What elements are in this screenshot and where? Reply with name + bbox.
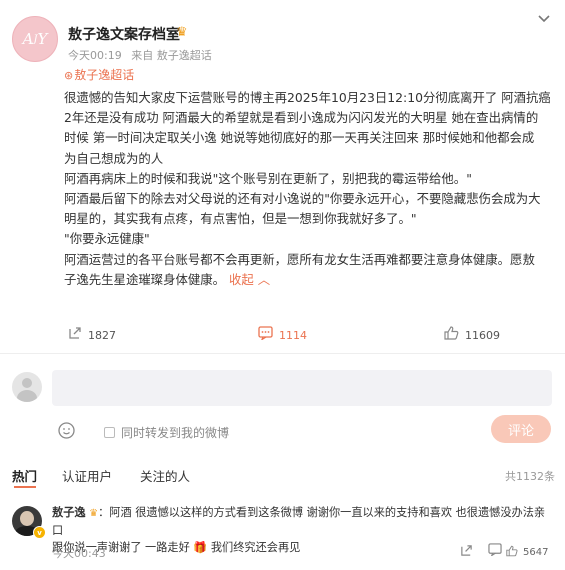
post-body: 很遗憾的告知大家皮下运营账号的博主再2025年10月23日12:10分彻底离开了… <box>64 88 550 290</box>
comment-input[interactable] <box>52 370 552 406</box>
divider <box>0 353 565 354</box>
like-count: 11609 <box>465 328 500 342</box>
tab-authenticated[interactable]: 认证用户 <box>62 466 112 485</box>
checkbox-icon <box>104 427 115 438</box>
post-line: 阿酒最后留下的除去对父母说的还有对小逸说的"你要永远开心，不要隐藏悲伤会成为大 <box>64 191 541 207</box>
like-button[interactable]: 11609 <box>444 326 500 344</box>
reply-line-1: ：阿酒 很遗憾以这样的方式看到这条微博 谢谢你一直以来的支持和喜欢 也很遗憾没办… <box>52 506 546 537</box>
verified-badge-icon: v <box>33 526 46 539</box>
comment-icon <box>258 326 273 344</box>
topic-label: 敖子逸超话 <box>74 68 135 82</box>
post-source[interactable]: 来自 敖子逸超话 <box>131 49 212 62</box>
tab-hot[interactable]: 热门 <box>12 466 37 485</box>
post-line: 为自己想成为的人 <box>64 150 164 166</box>
reply-line-3: 我们终究还会再见 <box>207 541 301 554</box>
forward-count: 1827 <box>88 328 116 342</box>
forward-icon <box>68 326 82 344</box>
post-line: 很遗憾的告知大家皮下运营账号的博主再2025年10月23日12:10分彻底离开了… <box>64 90 550 105</box>
reply-time: 今天00:43 <box>52 547 106 560</box>
post-time[interactable]: 今天00:19 <box>68 49 122 62</box>
post-line: 明星的，其实我有点疼，有点害怕，但是一想到你我就好多了。" <box>64 211 417 227</box>
repost-label: 同时转发到我的微博 <box>121 426 230 440</box>
post-line-last: 子逸先生星途璀璨身体健康。 收起 ︿ <box>64 270 550 290</box>
comment-button[interactable]: 1114 <box>258 326 307 344</box>
repost-checkbox[interactable]: 同时转发到我的微博 <box>104 424 229 441</box>
reply-text: 敖子逸 ♛：阿酒 很遗憾以这样的方式看到这条微博 谢谢你一直以来的支持和喜欢 也… <box>52 504 554 556</box>
author-name[interactable]: 敖子逸文案存档室 <box>68 24 180 44</box>
reply-like-count: 5647 <box>523 547 549 558</box>
topic-icon: ⊛ <box>64 69 74 82</box>
tab-followed[interactable]: 关注的人 <box>140 466 190 485</box>
topic-link[interactable]: ⊛敖子逸超话 <box>64 66 134 83</box>
tab-hot-indicator <box>14 486 36 488</box>
post-line: 时候 第一时间决定取关小逸 她说等她彻底好的那一天再关注回来 那时候她和他都会成 <box>64 130 535 146</box>
reply-like-button[interactable]: 5647 <box>506 545 548 560</box>
collapse-label: 收起 <box>229 271 254 287</box>
submit-comment-button[interactable]: 评论 <box>491 415 551 443</box>
chevron-up-icon: ︿ <box>253 271 271 287</box>
post-line: 子逸先生星途璀璨身体健康。 <box>64 271 226 287</box>
reply-share-icon[interactable] <box>460 544 473 561</box>
crown-icon: ♛ <box>176 25 188 40</box>
reply-comment-icon[interactable] <box>488 543 502 560</box>
chevron-down-icon[interactable] <box>538 12 550 27</box>
crown-icon: ♛ <box>89 508 99 519</box>
post-line: "你要永远健康" <box>64 231 150 247</box>
author-avatar[interactable]: AJY <box>12 16 58 62</box>
like-icon <box>444 326 459 344</box>
user-avatar <box>12 372 42 402</box>
emoji-icon[interactable] <box>58 422 75 444</box>
gift-icon: 🎁 <box>193 541 208 554</box>
reply-author[interactable]: 敖子逸 <box>52 506 86 519</box>
like-icon <box>506 545 518 560</box>
post-line: 2年还是没有成功 阿酒最大的希望就是看到小逸成为闪闪发光的大明星 她在查出病情的 <box>64 110 539 126</box>
post-meta: 今天00:19 来自 敖子逸超话 <box>68 47 218 63</box>
post-line: 阿酒运营过的各平台账号都不会再更新，愿所有龙女生活再难都要注意身体健康。愿敖 <box>64 251 535 267</box>
comment-total: 共1132条 <box>505 470 555 483</box>
collapse-link[interactable]: 收起 ︿ <box>229 272 270 287</box>
post-line: 阿酒再病床上的时候和我说"这个账号别在更新了，别把我的霉运带给他。" <box>64 170 472 186</box>
comment-count: 1114 <box>279 328 307 342</box>
forward-button[interactable]: 1827 <box>68 326 116 344</box>
